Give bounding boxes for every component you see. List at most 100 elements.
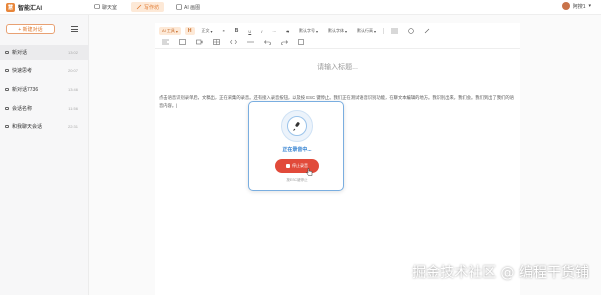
conversation-time: 22:31	[67, 124, 78, 129]
menu-icon[interactable]	[71, 26, 78, 32]
conversation-title: 新对话7736	[12, 87, 39, 93]
image-icon	[179, 39, 186, 45]
list-button[interactable]	[388, 27, 401, 35]
more-button[interactable]: ···	[269, 27, 279, 35]
voice-recording-dialog: 正在录音中... 停止录音 按ESC键停止	[248, 101, 344, 191]
divider-button[interactable]	[244, 38, 257, 46]
table-button[interactable]	[210, 38, 223, 46]
new-chat-button[interactable]: + 新建对话	[6, 24, 55, 34]
chevron-down-icon: ▾	[175, 28, 178, 34]
tab-writing[interactable]: 写作坊	[131, 2, 165, 12]
toolbar-row-2	[159, 37, 307, 47]
align-left-button[interactable]	[159, 38, 172, 46]
conversation-item[interactable]: 和我聊天会话 22:31	[0, 119, 89, 134]
tab-ai-drawing[interactable]: AI 画图	[171, 2, 205, 12]
strikethrough-button[interactable]: S	[283, 27, 292, 35]
chat-bubble-icon	[5, 87, 9, 92]
quote-button[interactable]: ❝	[220, 27, 228, 35]
conversation-item[interactable]: 会话名称 11:56	[0, 101, 89, 116]
pen-icon	[136, 4, 142, 10]
video-icon	[196, 39, 203, 45]
italic-button[interactable]: I	[258, 27, 265, 35]
conversation-time: 11:56	[68, 106, 78, 111]
watermark: 掘金技术社区 @ 编程干货铺	[412, 265, 589, 281]
microphone-icon	[293, 122, 300, 131]
toolbar-row-1: AI 工具 ▾ H 正文 ▾ ❝ B U I ··· S 默认字号 ▾ 默认字体…	[159, 26, 433, 36]
toolbar-divider	[383, 28, 385, 34]
tab-label: 聊天室	[102, 4, 118, 11]
conversation-title: 快速思考	[12, 68, 33, 74]
fullscreen-button[interactable]	[295, 38, 307, 46]
fullscreen-icon	[298, 39, 304, 45]
conversation-title: 和我聊天会话	[12, 124, 43, 130]
chat-bubble-icon	[5, 68, 9, 73]
tab-chat-room[interactable]: 聊天室	[89, 2, 122, 12]
tab-label: 写作坊	[144, 4, 160, 11]
conversation-time: 13:46	[67, 87, 78, 92]
chat-bubble-icon	[5, 106, 9, 111]
chevron-down-icon: ▾	[374, 28, 377, 34]
chevron-down-icon: ▾	[345, 28, 348, 34]
editor-toolbar: AI 工具 ▾ H 正文 ▾ ❝ B U I ··· S 默认字号 ▾ 默认字体…	[155, 23, 520, 49]
redo-icon	[281, 40, 288, 45]
main-area: AI 工具 ▾ H 正文 ▾ ❝ B U I ··· S 默认字号 ▾ 默认字体…	[89, 15, 601, 295]
code-button[interactable]	[227, 38, 240, 46]
heading-button[interactable]: H	[184, 27, 195, 35]
user-menu[interactable]: 阿搜1 ▾	[561, 2, 591, 10]
mic-ring	[281, 110, 313, 142]
underline-button[interactable]: U	[245, 27, 254, 35]
conversation-title: 会话名称	[12, 106, 33, 112]
chat-bubble-icon	[5, 50, 9, 55]
pen-icon	[424, 28, 430, 34]
paragraph-style-select[interactable]: 正文 ▾	[199, 27, 216, 35]
code-icon	[230, 39, 237, 45]
sidebar: + 新建对话 新对话 13:02 快速思考 20:07 新对话7736 13:4…	[0, 15, 89, 295]
ai-tools-button[interactable]: AI 工具 ▾	[159, 27, 181, 35]
top-bar: 慧 智能汇AI 聊天室 写作坊 AI 画图 阿搜1 ▾	[0, 0, 601, 15]
app-logo[interactable]: 慧 智能汇AI	[6, 3, 42, 12]
ai-tools-label: AI 工具	[162, 28, 175, 33]
line-height-label: 默认行高	[357, 28, 374, 33]
image-icon	[176, 4, 182, 10]
mic-button[interactable]	[287, 116, 307, 136]
user-name: 阿搜1	[572, 3, 586, 10]
font-size-label: 默认字号	[299, 28, 316, 33]
image-button[interactable]	[176, 38, 189, 46]
list-icon	[391, 28, 399, 34]
stop-icon	[286, 164, 290, 168]
undo-icon	[264, 40, 271, 45]
font-family-select[interactable]: 默认字体 ▾	[325, 27, 350, 35]
paragraph-style-label: 正文	[201, 28, 210, 33]
tab-label: AI 画图	[184, 4, 201, 11]
align-left-icon	[162, 39, 169, 45]
title-input[interactable]: 请输入标题...	[155, 62, 520, 72]
chevron-down-icon: ▾	[210, 28, 213, 34]
conversation-item[interactable]: 新对话 13:02	[0, 45, 89, 60]
conversation-time: 20:07	[67, 68, 78, 73]
undo-button[interactable]	[261, 38, 274, 46]
conversation-item[interactable]: 快速思考 20:07	[0, 63, 89, 78]
bold-button[interactable]: B	[232, 27, 242, 35]
video-button[interactable]	[193, 38, 206, 46]
conversation-time: 13:02	[67, 50, 78, 55]
font-family-label: 默认字体	[328, 28, 345, 33]
conversation-title: 新对话	[12, 50, 28, 56]
recording-hint: 按ESC键停止	[286, 178, 308, 182]
app-name: 智能汇AI	[18, 6, 43, 12]
table-icon	[213, 39, 220, 45]
pen-button[interactable]	[421, 27, 433, 35]
logo-badge: 慧	[6, 3, 15, 12]
horizontal-rule-icon	[247, 41, 254, 43]
avatar	[561, 2, 570, 10]
chevron-down-icon: ▾	[588, 3, 591, 9]
chat-icon	[94, 4, 100, 9]
chat-bubble-icon	[5, 124, 9, 129]
line-height-select[interactable]: 默认行高 ▾	[354, 27, 379, 35]
hand-pointer-icon	[306, 168, 313, 176]
recording-status: 正在录音中...	[282, 147, 312, 153]
redo-button[interactable]	[278, 38, 291, 46]
conversation-item[interactable]: 新对话7736 13:46	[0, 82, 89, 97]
emoji-button[interactable]	[405, 27, 417, 35]
chevron-down-icon: ▾	[316, 28, 319, 34]
font-size-select[interactable]: 默认字号 ▾	[296, 27, 321, 35]
